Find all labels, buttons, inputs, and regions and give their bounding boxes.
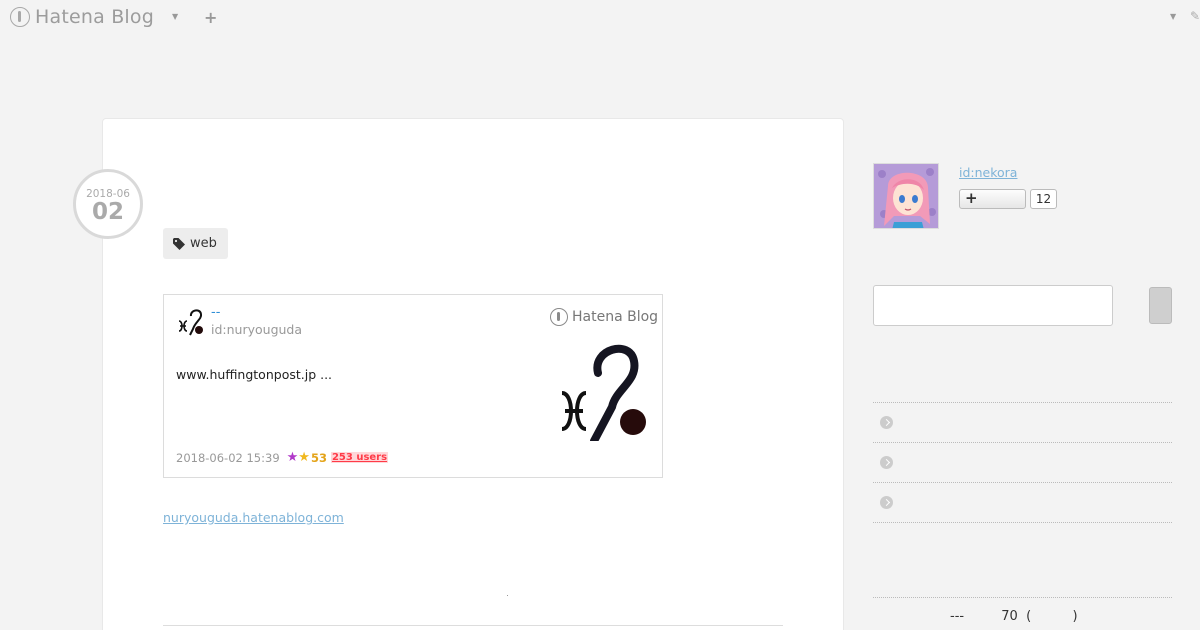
blog-card-embed[interactable]: -- id:nuryouguda Hatena Blog www.huffing… <box>163 294 663 478</box>
sidebar-bottom-text: --- 70 ( ) <box>950 609 1078 624</box>
search-input[interactable] <box>873 285 1113 326</box>
plus-icon: + <box>965 189 978 207</box>
entry-footer-divider <box>163 625 783 626</box>
chevron-right-icon <box>880 496 893 509</box>
profile-avatar[interactable] <box>873 163 939 229</box>
embed-thumbnail <box>561 344 646 441</box>
hatena-logo-icon <box>550 308 568 326</box>
yellow-star-icon: ★ <box>298 450 310 465</box>
profile-id-link[interactable]: id:nekora <box>959 165 1017 180</box>
follow-button[interactable]: + <box>959 189 1026 209</box>
user-menu-chevron-icon[interactable]: ▼ <box>1170 12 1176 21</box>
divider-dot <box>507 595 508 596</box>
follower-count[interactable]: 12 <box>1030 189 1057 209</box>
sidebar-archive-list <box>873 402 1172 523</box>
chevron-right-icon <box>880 416 893 429</box>
archive-item[interactable] <box>873 443 1172 483</box>
service-name: Hatena Blog <box>572 309 659 325</box>
embed-meta: 2018-06-02 15:39 ★ ★ 53 253 users <box>176 450 389 465</box>
hatena-logo-icon <box>10 7 30 27</box>
hatena-blog-service-logo: Hatena Blog <box>550 308 658 326</box>
embed-timestamp: 2018-06-02 15:39 <box>176 450 280 465</box>
archive-item[interactable] <box>873 483 1172 523</box>
plus-icon[interactable]: + <box>204 8 217 27</box>
hatena-blog-logo[interactable]: Hatena Blog <box>10 6 154 28</box>
pen-icon[interactable]: ✎ <box>1190 9 1200 23</box>
bookmark-users-badge[interactable]: 253 users <box>330 452 389 463</box>
tag-label: web <box>190 236 217 251</box>
sidebar-divider <box>873 597 1172 598</box>
blog-url-link[interactable]: nuryouguda.hatenablog.com <box>163 510 344 525</box>
entry-category-tag[interactable]: web <box>163 228 228 259</box>
embed-title[interactable]: -- <box>211 305 220 320</box>
entry-date: 2018-06 02 <box>73 169 143 239</box>
star-count: 53 <box>310 450 327 465</box>
purple-star-icon: ★ <box>286 450 299 465</box>
embed-author: id:nuryouguda <box>211 322 303 337</box>
embed-stars[interactable]: ★ ★ 53 <box>287 450 327 465</box>
search-button[interactable] <box>1149 287 1172 324</box>
archive-item[interactable] <box>873 403 1172 443</box>
embed-description: www.huffingtonpost.jp ... <box>176 367 333 382</box>
tag-icon <box>173 237 185 250</box>
author-avatar <box>178 309 203 336</box>
chevron-right-icon <box>880 456 893 469</box>
chevron-down-icon[interactable]: ▼ <box>172 12 178 21</box>
global-header: Hatena Blog ▼ + ▼ ✎ <box>0 0 1200 38</box>
logo-text: Hatena Blog <box>35 6 154 28</box>
entry-date-day: 02 <box>91 199 124 225</box>
